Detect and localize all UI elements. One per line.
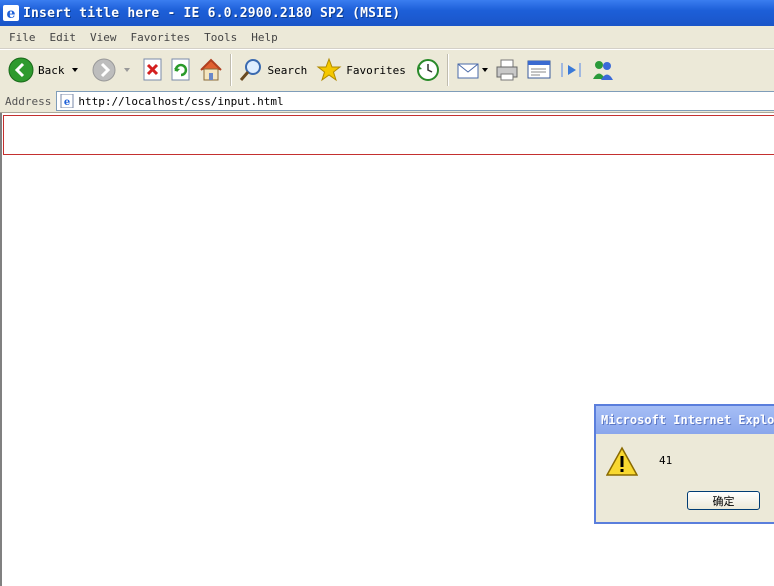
ie-page-icon: e (60, 94, 74, 108)
forward-dropdown-icon[interactable] (123, 68, 130, 72)
mail-dropdown-icon[interactable] (481, 68, 488, 72)
mail-button[interactable] (452, 53, 491, 87)
standard-toolbar: Back Search Favorites (0, 49, 774, 91)
search-button[interactable]: Search (235, 53, 314, 87)
favorites-button[interactable]: Favorites (313, 53, 412, 87)
stop-button[interactable] (139, 53, 167, 87)
discuss-icon (560, 63, 581, 77)
home-button[interactable] (195, 53, 227, 87)
menu-view[interactable]: View (83, 31, 124, 44)
back-label: Back (38, 63, 65, 77)
back-dropdown-icon[interactable] (71, 68, 78, 72)
ie-logo-icon: e (3, 5, 19, 21)
menu-bar: File Edit View Favorites Tools Help (0, 26, 774, 49)
history-button[interactable] (412, 53, 444, 87)
svg-text:e: e (7, 6, 16, 21)
menu-tools[interactable]: Tools (197, 31, 244, 44)
window-title: Insert title here - IE 6.0.2900.2180 SP2… (23, 5, 401, 21)
menu-help[interactable]: Help (244, 31, 285, 44)
warning-icon (606, 446, 638, 476)
home-icon (199, 58, 222, 81)
alert-message: 41 (659, 454, 673, 467)
toolbar-separator (229, 54, 232, 86)
print-button[interactable] (491, 53, 523, 87)
address-label: Address (5, 94, 52, 108)
refresh-icon (171, 58, 189, 81)
toolbar-separator (446, 54, 449, 86)
menu-file[interactable]: File (0, 31, 43, 44)
edit-button[interactable] (523, 53, 555, 87)
forward-arrow-icon (92, 58, 115, 82)
menu-edit[interactable]: Edit (43, 31, 84, 44)
stop-icon (143, 58, 161, 81)
ok-button[interactable]: 确定 (687, 491, 760, 510)
address-input[interactable]: e http://localhost/css/input.html (56, 91, 774, 111)
messenger-button[interactable] (587, 53, 619, 87)
forward-button[interactable] (89, 53, 133, 87)
star-icon (316, 57, 342, 82)
mail-icon (457, 63, 479, 79)
printer-icon (496, 59, 518, 81)
discuss-button[interactable] (555, 53, 587, 87)
red-bordered-input[interactable] (3, 115, 774, 155)
menu-favorites[interactable]: Favorites (124, 31, 198, 44)
edit-page-icon (527, 60, 551, 79)
refresh-button[interactable] (167, 53, 195, 87)
favorites-label: Favorites (346, 63, 406, 77)
alert-titlebar[interactable]: Microsoft Internet Explorer (596, 406, 774, 434)
address-url: http://localhost/css/input.html (78, 94, 284, 108)
search-icon (239, 59, 261, 81)
alert-dialog: Microsoft Internet Explorer 41 确定 (594, 404, 774, 524)
window-titlebar[interactable]: e Insert title here - IE 6.0.2900.2180 S… (0, 0, 774, 26)
search-label: Search (267, 63, 308, 77)
alert-title: Microsoft Internet Explorer (601, 413, 774, 427)
svg-text:e: e (64, 97, 70, 108)
messenger-icon (592, 61, 613, 80)
address-bar: Address e http://localhost/css/input.htm… (0, 90, 774, 113)
back-button[interactable]: Back (5, 53, 81, 87)
back-arrow-icon (8, 57, 34, 83)
history-icon (416, 59, 439, 81)
